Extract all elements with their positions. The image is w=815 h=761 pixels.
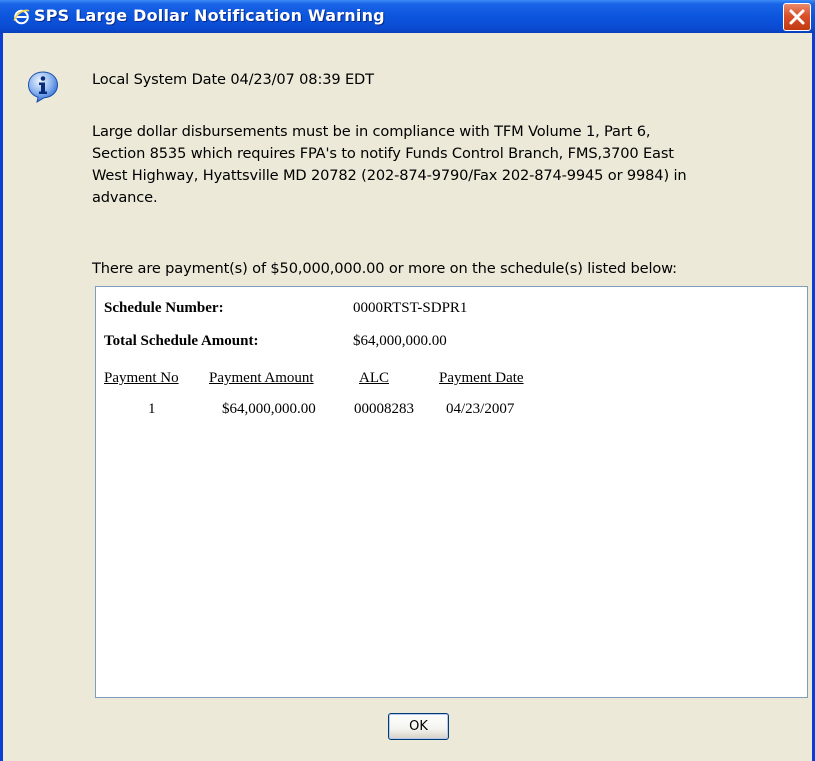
window-title: SPS Large Dollar Notification Warning [34,6,385,25]
column-header-payment-amount: Payment Amount [209,370,314,386]
schedule-number-label: Schedule Number: [104,300,224,316]
alc-cell: 00008283 [354,401,414,417]
system-date-text: Local System Date 04/23/07 08:39 EDT [92,71,374,88]
ok-button[interactable]: OK [388,713,449,740]
compliance-line: Large dollar disbursements must be in co… [92,123,651,140]
column-header-payment-date: Payment Date [439,370,524,386]
compliance-message: Large dollar disbursements must be in co… [92,121,815,209]
compliance-line: advance. [92,189,158,206]
payment-no-cell: 1 [148,401,156,417]
schedule-details-panel[interactable]: Schedule Number: 0000RTST-SDPR1 Total Sc… [95,286,808,698]
internet-explorer-icon [13,9,30,25]
compliance-line: West Highway, Hyattsville MD 20782 (202-… [92,167,687,184]
schedule-number-value: 0000RTST-SDPR1 [353,300,468,316]
compliance-line: Section 8535 which requires FPA's to not… [92,145,674,162]
column-header-payment-no: Payment No [104,370,179,386]
info-icon [27,71,59,104]
close-icon [789,9,805,25]
title-bar[interactable]: SPS Large Dollar Notification Warning [0,0,815,33]
payment-date-cell: 04/23/2007 [446,401,515,417]
payment-amount-cell: $64,000,000.00 [222,401,316,417]
dialog-window: SPS Large Dollar Notification Warning Lo… [0,0,815,761]
column-header-alc: ALC [359,370,389,386]
total-schedule-amount-label: Total Schedule Amount: [104,333,259,349]
total-schedule-amount-value: $64,000,000.00 [353,333,447,349]
close-button[interactable] [783,3,811,31]
payments-intro-text: There are payment(s) of $50,000,000.00 o… [92,260,677,277]
